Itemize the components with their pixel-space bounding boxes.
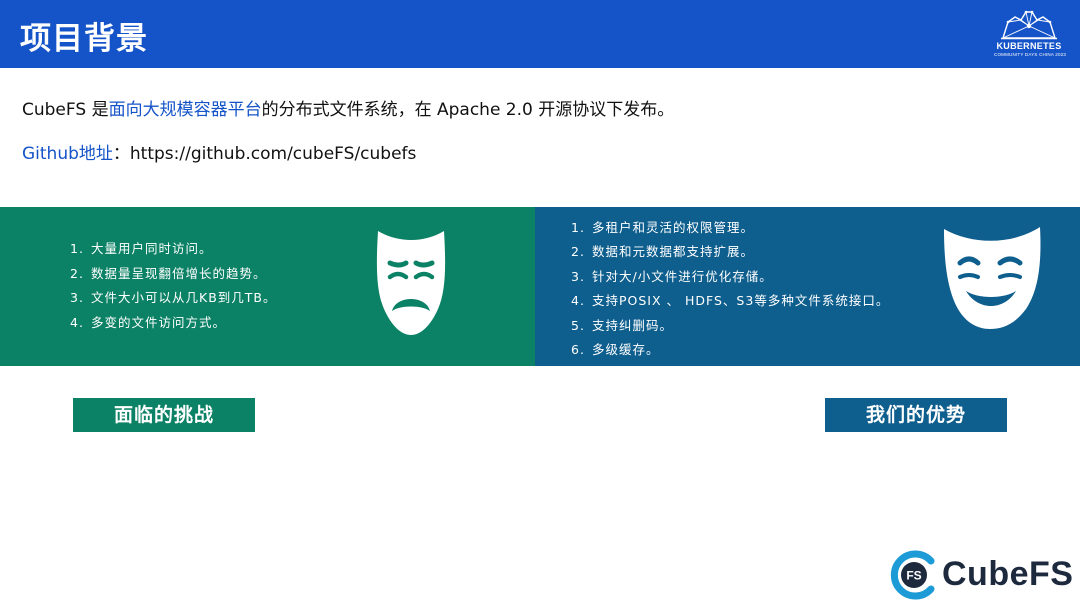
sad-mask-icon (376, 231, 446, 335)
advantages-panel: 1. 多租户和灵活的权限管理。 2. 数据和元数据都支持扩展。 3. 针对大/小文件进… (535, 207, 1080, 366)
intro-highlight: 面向大规模容器平台 (108, 100, 262, 120)
github-separator: ： (112, 144, 130, 164)
advantages-label: 我们的优势 (825, 398, 1007, 432)
list-item: 3. 针对大/小文件进行优化存储。 (571, 268, 773, 284)
intro-part-2: 的分布式文件系统，在 Apache 2.0 开源协议下发布。 (261, 100, 675, 120)
list-item: 2. 数据和元数据都支持扩展。 (571, 244, 755, 260)
kubernetes-community-logo: KUBERNETES COMMUNITY DAYS CHINA 2023 (994, 8, 1067, 62)
list-item: 3. 文件大小可以从几KB到几TB。 (70, 290, 277, 305)
kubernetes-logo-text: KUBERNETES (996, 41, 1062, 51)
github-url[interactable]: https://github.com/cubeFS/cubefs (130, 144, 416, 164)
list-item: 4. 多变的文件访问方式。 (70, 314, 227, 330)
kubernetes-wheel-icon (1001, 10, 1057, 40)
github-label: Github地址 (22, 144, 113, 164)
cubefs-logo: FS CubeFS (886, 548, 1076, 602)
cubefs-badge-text: FS (906, 569, 921, 583)
list-item: 5. 支持纠删码。 (571, 317, 674, 333)
cubefs-brand-text: CubeFS (942, 555, 1074, 593)
list-item: 1. 多租户和灵活的权限管理。 (571, 220, 755, 235)
challenges-panel: 1. 大量用户同时访问。 2. 数据量呈现翻倍增长的趋势。 3. 文件大小可以从几KB… (0, 207, 535, 366)
challenges-label: 面临的挑战 (73, 398, 255, 432)
github-line: Github地址：https://github.com/cubeFS/cubef… (22, 139, 416, 164)
slide-header: 项目背景 KUBERNETES COMMUNITY DAYS CHINA 202… (0, 0, 1080, 68)
kubernetes-logo-subtext: COMMUNITY DAYS CHINA 2023 (994, 52, 1067, 57)
slide-title: 项目背景 (20, 21, 148, 57)
list-item: 6. 多级缓存。 (571, 341, 660, 357)
happy-mask-icon (944, 227, 1041, 329)
list-item: 2. 数据量呈现翻倍增长的趋势。 (70, 265, 267, 281)
intro-text: CubeFS 是面向大规模容器平台的分布式文件系统，在 Apache 2.0 开… (22, 95, 674, 120)
challenges-list: 1. 大量用户同时访问。 2. 数据量呈现翻倍增长的趋势。 3. 文件大小可以从几KB… (70, 237, 276, 335)
advantages-list: 1. 多租户和灵活的权限管理。 2. 数据和元数据都支持扩展。 3. 针对大/小文件进… (571, 216, 889, 362)
list-item: 1. 大量用户同时访问。 (70, 241, 213, 256)
intro-part-1: CubeFS 是 (22, 100, 109, 120)
cubefs-logo-icon: FS (890, 550, 935, 600)
list-item: 4. 支持POSIX 、 HDFS、S3等多种文件系统接口。 (571, 293, 890, 309)
